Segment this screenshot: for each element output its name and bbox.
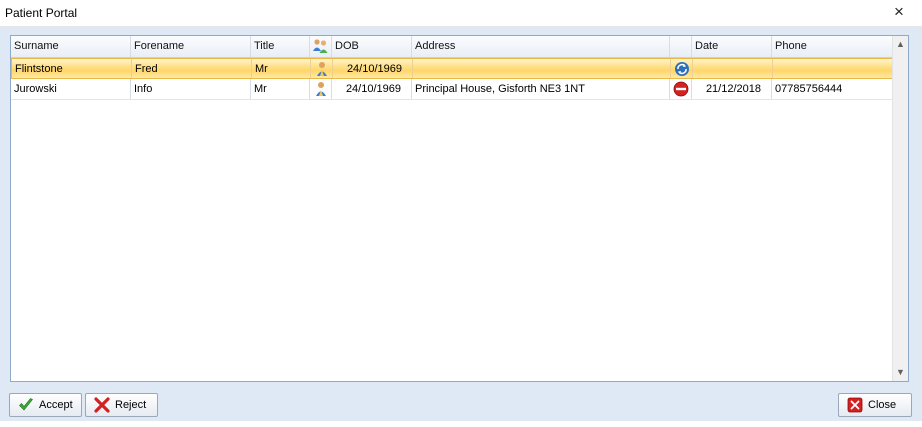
cell-phone: 07785756444	[775, 83, 843, 95]
column-header-address[interactable]: Address	[412, 36, 670, 57]
table-row[interactable]: Jurowski Info Mr 24/10/1969 Principal Ho…	[11, 79, 893, 100]
cell-forename: Info	[131, 79, 251, 99]
cell-title: Mr	[251, 79, 310, 99]
reject-button[interactable]: Reject	[85, 393, 158, 417]
cell-type	[311, 59, 333, 78]
cell-title: Mr	[252, 59, 311, 78]
cell-status	[671, 59, 693, 78]
title-bar: Patient Portal ×	[0, 0, 922, 27]
cell-dob: 24/10/1969	[332, 79, 412, 99]
column-header-forename[interactable]: Forename	[131, 36, 251, 57]
column-header-date[interactable]: Date	[692, 36, 772, 57]
window-title: Patient Portal	[5, 6, 78, 20]
person-icon	[316, 61, 328, 77]
cell-surname: Jurowski	[11, 79, 131, 99]
column-header-status[interactable]	[670, 36, 692, 57]
cell-date	[693, 59, 773, 78]
close-button[interactable]: Close	[838, 393, 912, 417]
cell-address: Principal House, Gisforth NE3 1NT	[412, 79, 670, 99]
users-icon	[312, 38, 329, 54]
column-header-surname[interactable]: Surname	[11, 36, 131, 57]
cell-surname: Flintstone	[12, 59, 132, 78]
close-label: Close	[868, 399, 897, 411]
cell-type	[310, 79, 332, 99]
refresh-icon	[674, 61, 690, 77]
table-row[interactable]: Flintstone Fred Mr 24/10/1969	[11, 58, 893, 79]
cell-dob: 24/10/1969	[333, 59, 413, 78]
person-icon	[315, 81, 327, 97]
column-header-phone[interactable]: Phone	[772, 36, 893, 57]
reject-label: Reject	[115, 399, 147, 411]
stop-icon	[673, 81, 689, 97]
patient-grid: Surname Forename Title DOB Address Date …	[10, 35, 909, 382]
cell-status	[670, 79, 692, 99]
window-close-icon[interactable]: ×	[890, 3, 908, 21]
cross-icon	[94, 397, 110, 413]
accept-label: Accept	[39, 399, 73, 411]
column-header-type[interactable]	[310, 36, 332, 57]
scroll-down-icon[interactable]: ▼	[893, 365, 908, 380]
column-header-title[interactable]: Title	[251, 36, 310, 57]
cell-forename: Fred	[132, 59, 252, 78]
cell-phone	[773, 59, 894, 78]
column-header-dob[interactable]: DOB	[332, 36, 412, 57]
checkmark-icon	[18, 397, 34, 413]
cell-date: 21/12/2018	[692, 79, 772, 99]
scroll-up-icon[interactable]: ▲	[893, 37, 908, 52]
bottom-strip	[0, 421, 922, 427]
grid-header: Surname Forename Title DOB Address Date …	[11, 36, 893, 58]
accept-button[interactable]: Accept	[9, 393, 82, 417]
patient-portal-window: Patient Portal × Surname Forename Title …	[0, 0, 922, 427]
vertical-scrollbar[interactable]: ▲ ▼	[892, 36, 908, 381]
close-box-icon	[847, 397, 863, 413]
cell-address	[413, 59, 671, 78]
